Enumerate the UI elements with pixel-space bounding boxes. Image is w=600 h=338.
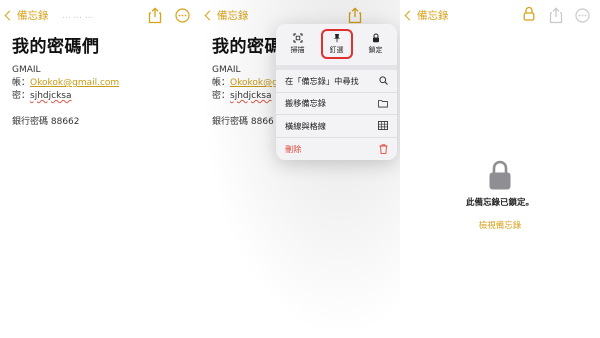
lock-action[interactable]: 鎖定 [360, 29, 392, 59]
folder-icon [378, 99, 388, 108]
note-line-bank[interactable]: 銀行密碼 8866 [212, 116, 274, 129]
back-button[interactable]: 備忘錄 [204, 8, 249, 23]
search-icon [379, 76, 388, 86]
lock-label: 鎖定 [368, 46, 383, 54]
menu-item-delete[interactable]: 刪除 [276, 138, 397, 161]
note-screen-unlocked: 備忘錄 ... ... ... 我的密碼們 GMAIL 帳：Okokok@gma… [0, 0, 200, 338]
more-icon [575, 8, 590, 27]
menu-quick-actions: 掃描 釘選 鎖定 [276, 24, 397, 70]
grid-icon [378, 121, 388, 131]
view-note-link[interactable]: 檢視備忘錄 [400, 219, 600, 231]
delete-label: 刪除 [285, 143, 302, 154]
account-label: 帳： [12, 78, 31, 88]
back-button[interactable]: 備忘錄 [404, 8, 449, 23]
back-label: 備忘錄 [417, 10, 449, 22]
more-icon[interactable] [175, 8, 190, 27]
menu-item-move[interactable]: 搬移備忘錄 [276, 93, 397, 115]
note-line-password[interactable]: 密：sjhdjcksa [212, 90, 272, 103]
note-title[interactable]: 我的密碼們 [12, 32, 100, 57]
context-menu: 掃描 釘選 鎖定 在「備忘錄」中尋找 搬移備忘錄 橫線與格線 刪除 [276, 24, 397, 160]
lock-icon [372, 33, 379, 43]
share-icon [549, 7, 563, 28]
password-value: sjhdjcksa [30, 91, 72, 101]
note-screen-menu: 備忘錄 我的密碼們 GMAIL 帳：Okokok@gmai 密：sjhdjcks… [200, 0, 400, 338]
account-label: 帳： [212, 78, 231, 88]
locked-padlock-icon [489, 160, 511, 194]
menu-item-lines-grids[interactable]: 橫線與格線 [276, 115, 397, 138]
password-label: 密： [12, 91, 31, 101]
find-label: 在「備忘錄」中尋找 [285, 75, 359, 86]
menu-item-find[interactable]: 在「備忘錄」中尋找 [276, 70, 397, 93]
chevron-left-icon [4, 10, 15, 21]
lines-grids-label: 橫線與格線 [285, 120, 326, 131]
share-icon[interactable] [148, 7, 162, 28]
ghost-text: ... ... ... [62, 11, 94, 21]
back-label: 備忘錄 [217, 10, 249, 22]
scan-icon [293, 33, 302, 43]
trash-icon [379, 144, 388, 154]
pin-label: 釘選 [329, 46, 344, 54]
note-screen-locked: 備忘錄 此備忘錄已鎖定。 檢視備忘錄 [400, 0, 600, 338]
note-line-heading[interactable]: GMAIL [12, 64, 41, 77]
password-label: 密： [212, 91, 231, 101]
password-value: sjhdjcksa [230, 91, 272, 101]
note-line-bank[interactable]: 銀行密碼 88662 [12, 116, 80, 129]
chevron-left-icon [204, 10, 215, 21]
chevron-left-icon [404, 10, 415, 21]
locked-message: 此備忘錄已鎖定。 [465, 198, 534, 208]
note-line-heading[interactable]: GMAIL [212, 64, 241, 77]
back-button[interactable]: 備忘錄 [4, 8, 49, 23]
pin-icon [333, 34, 340, 43]
scan-action[interactable]: 掃描 [282, 29, 314, 59]
email-link[interactable]: Okokok@gmail.com [30, 78, 119, 88]
pin-action[interactable]: 釘選 [320, 29, 353, 59]
move-label: 搬移備忘錄 [285, 98, 326, 109]
note-line-account[interactable]: 帳：Okokok@gmail.com [12, 77, 119, 90]
lock-toggle-icon[interactable] [523, 6, 535, 25]
back-label: 備忘錄 [17, 10, 49, 22]
scan-label: 掃描 [290, 46, 305, 54]
note-line-password[interactable]: 密：sjhdjcksa [12, 90, 72, 103]
